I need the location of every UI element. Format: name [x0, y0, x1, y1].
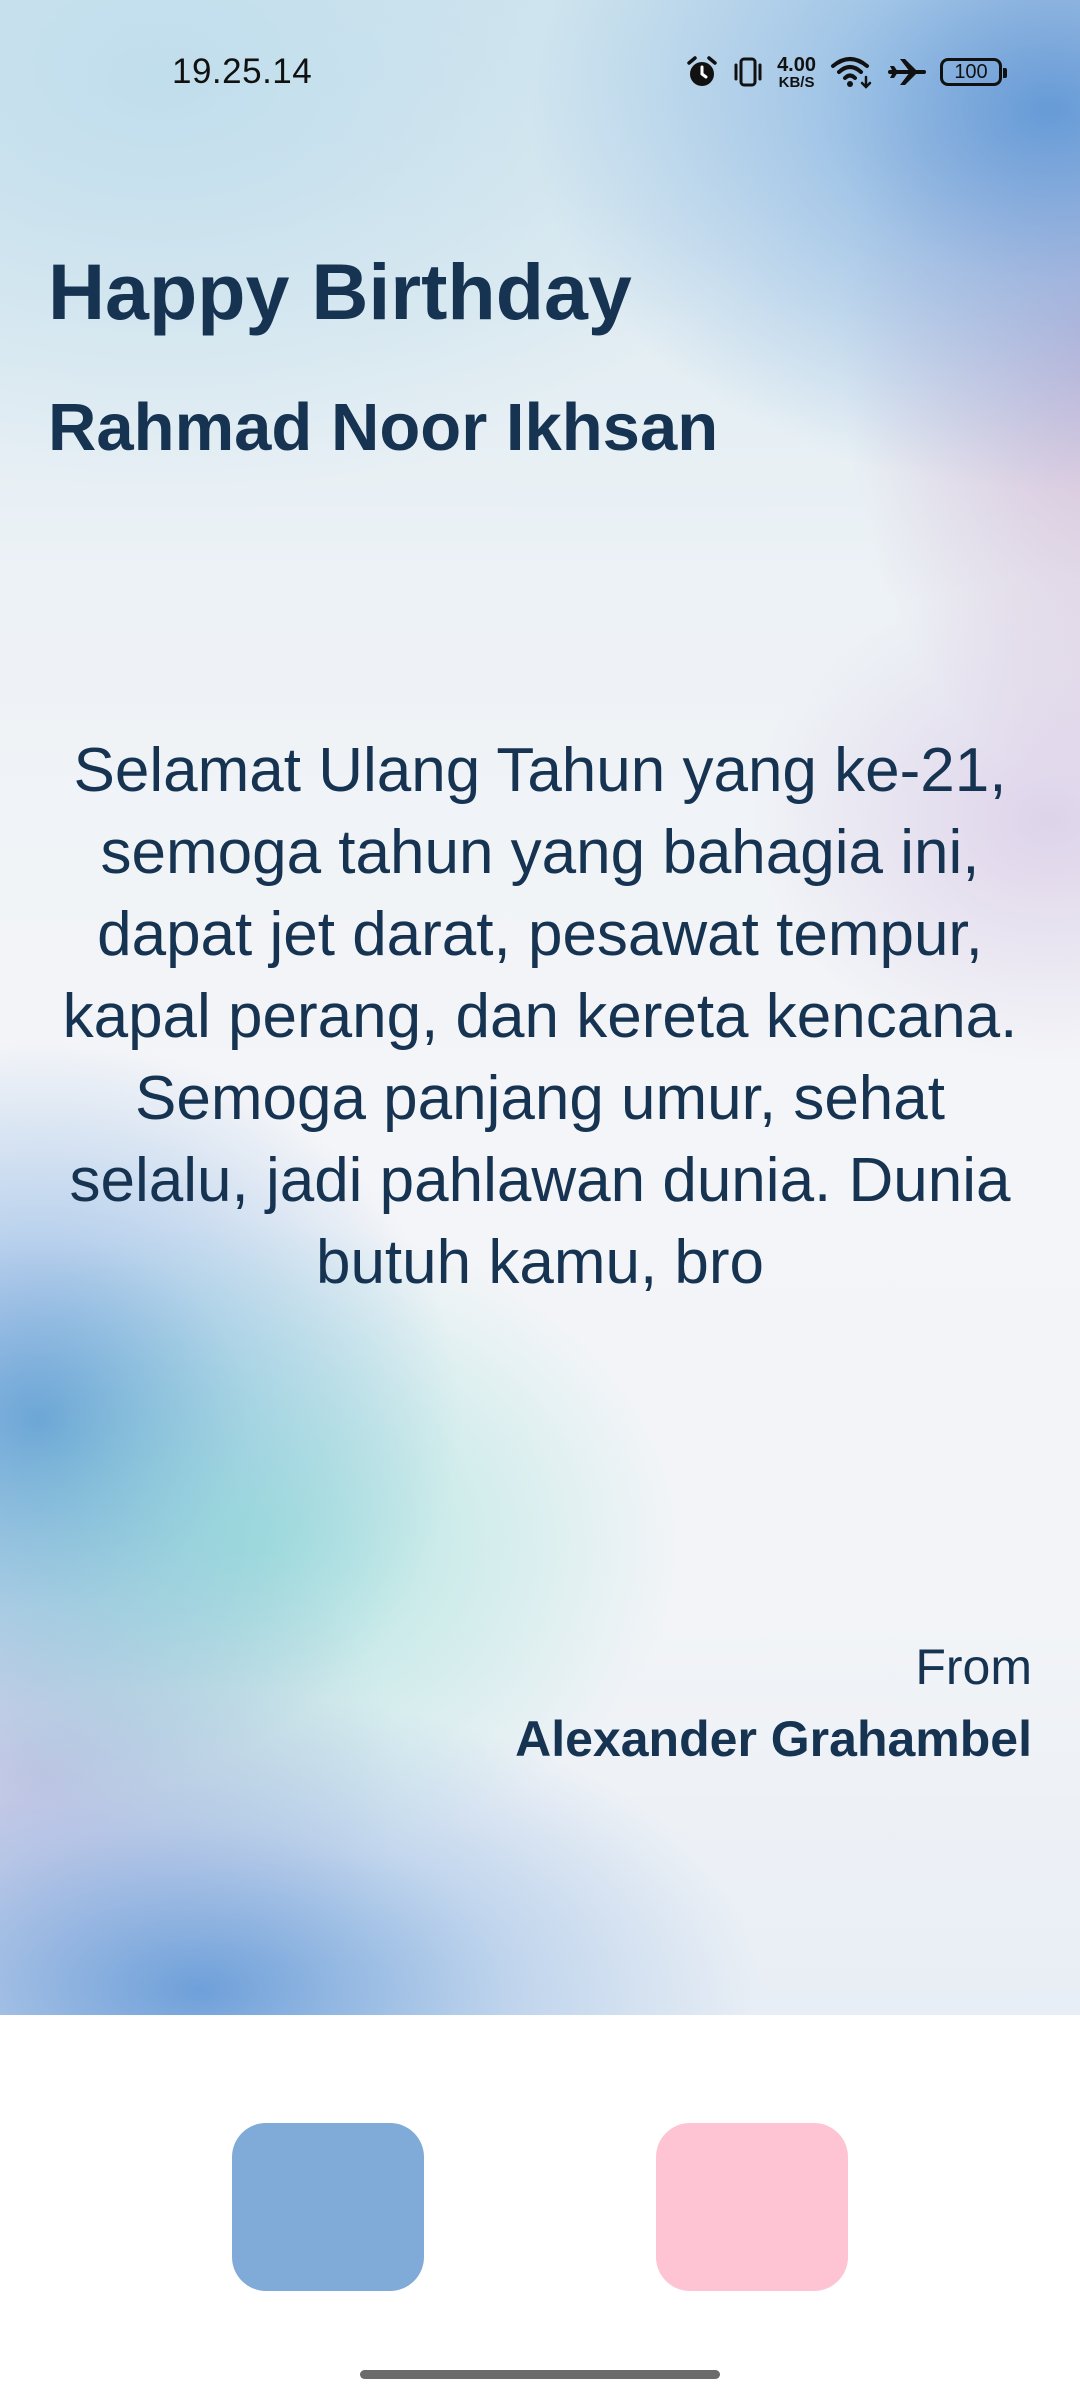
- recipient-name: Rahmad Noor Ikhsan: [48, 390, 719, 465]
- battery-icon: 100: [940, 58, 1007, 86]
- alarm-icon: [685, 55, 719, 89]
- vibrate-icon: [733, 55, 763, 89]
- network-speed-unit: KB/S: [778, 73, 815, 91]
- network-speed: 4.00 KB/S: [777, 55, 816, 90]
- status-bar: 19.25.14 4.00 KB/S 100: [0, 0, 1080, 140]
- birthday-card: 19.25.14 4.00 KB/S 100 Happy Birthday Ra…: [0, 0, 1080, 2015]
- network-speed-value: 4.00: [777, 53, 816, 76]
- airplane-mode-icon: [888, 55, 926, 89]
- birthday-message: Selamat Ulang Tahun yang ke-21, semoga t…: [62, 736, 1018, 1297]
- status-time: 19.25.14: [172, 52, 313, 91]
- wifi-icon: [830, 55, 874, 89]
- from-label: From: [915, 1639, 1032, 1695]
- pink-theme-button[interactable]: [656, 2123, 848, 2291]
- sender-name: Alexander Grahambel: [515, 1711, 1032, 1767]
- status-icons: 4.00 KB/S 100: [685, 48, 1007, 96]
- blue-theme-button[interactable]: [232, 2123, 424, 2291]
- greeting-title: Happy Birthday: [48, 247, 632, 336]
- home-indicator[interactable]: [360, 2370, 720, 2379]
